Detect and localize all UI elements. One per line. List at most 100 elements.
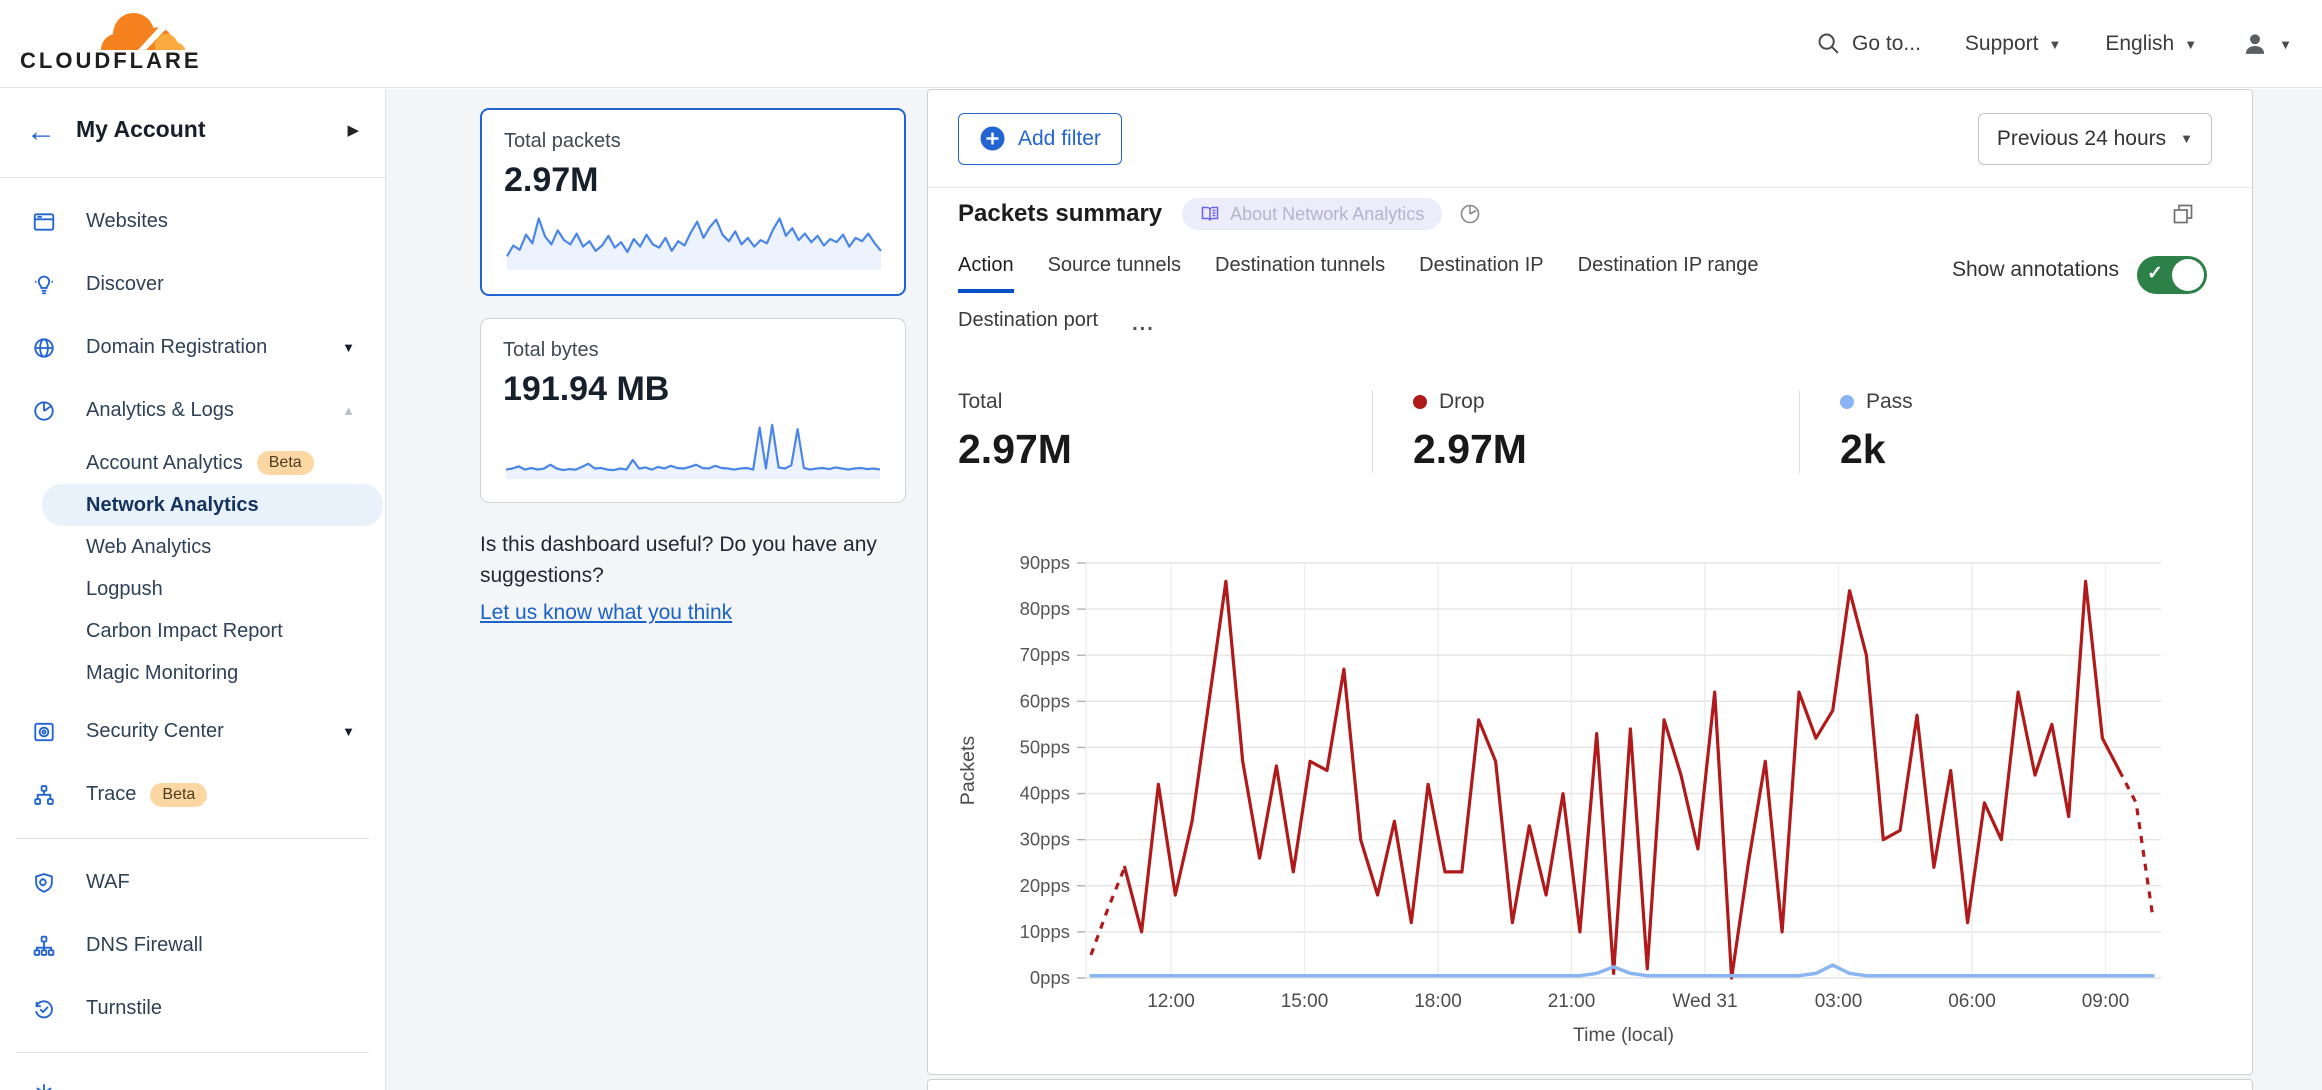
account-header[interactable]: ← My Account ▶ [0, 89, 385, 178]
sidebar-item-discover[interactable]: Discover [0, 253, 385, 316]
back-arrow-icon[interactable]: ← [26, 115, 56, 149]
sidebar-item-web-analytics[interactable]: Web Analytics [0, 526, 385, 568]
packets-time-series-chart: 0pps10pps20pps30pps40pps50pps60pps70pps8… [958, 545, 2214, 1050]
add-filter-label: Add filter [1018, 127, 1101, 151]
header-controls: Go to... Support ▼ English ▼ ▼ [1816, 0, 2292, 88]
sidebar-item-label: Magic Monitoring [86, 662, 238, 685]
dns-tree-icon [32, 934, 56, 958]
cloudflare-dashboard: CLOUDFLARE Go to... Support ▼ English ▼ … [0, 0, 2322, 1090]
sidebar-item-account-analytics[interactable]: Account Analytics Beta [0, 442, 385, 484]
drop-dot [1413, 395, 1427, 409]
sidebar-item-label: WAF [86, 871, 130, 894]
svg-text:21:00: 21:00 [1548, 991, 1596, 1012]
svg-text:60pps: 60pps [1020, 690, 1070, 711]
tab-source-tunnels[interactable]: Source tunnels [1048, 254, 1181, 289]
svg-text:Wed 31: Wed 31 [1672, 991, 1737, 1012]
total-packets-card[interactable]: Total packets 2.97M [480, 108, 906, 296]
sidebar-item-magic-monitoring[interactable]: Magic Monitoring [0, 652, 385, 694]
globe-icon [32, 336, 56, 360]
time-period-icon[interactable] [1458, 202, 1482, 226]
svg-text:40pps: 40pps [1020, 783, 1070, 804]
stat-value: 2k [1840, 426, 1913, 473]
account-menu[interactable]: ▼ [2241, 30, 2292, 58]
more-tabs-icon[interactable]: ... [1132, 309, 1155, 336]
sidebar-item-waf[interactable]: WAF [0, 851, 385, 914]
go-to-label: Go to... [1852, 32, 1921, 56]
cloudflare-logo[interactable]: CLOUDFLARE [20, 4, 220, 74]
sidebar-item-partial[interactable] [0, 1061, 385, 1090]
spark-icon [32, 1081, 56, 1090]
tab-destination-ip-range[interactable]: Destination IP range [1578, 254, 1759, 289]
stats-row: Total 2.97M Drop 2.97M Pass 2k [958, 390, 2212, 473]
sidebar-divider [16, 838, 369, 839]
svg-text:50pps: 50pps [1020, 736, 1070, 757]
language-menu[interactable]: English ▼ [2105, 32, 2197, 56]
sidebar-item-network-analytics[interactable]: Network Analytics [42, 484, 383, 526]
support-menu[interactable]: Support ▼ [1965, 32, 2061, 56]
stat-value: 2.97M [1413, 426, 1769, 473]
book-icon [1200, 204, 1220, 224]
svg-text:09:00: 09:00 [2082, 991, 2130, 1012]
annotations-toggle[interactable]: ✓ [2137, 256, 2207, 294]
feedback-question: Is this dashboard useful? Do you have an… [480, 529, 910, 591]
total-bytes-card[interactable]: Total bytes 191.94 MB [480, 318, 906, 503]
search-icon [1816, 31, 1842, 57]
beta-badge: Beta [257, 451, 314, 475]
beta-badge: Beta [150, 783, 207, 807]
tab-action[interactable]: Action [958, 254, 1014, 293]
sidebar-item-domain-registration[interactable]: Domain Registration ▼ [0, 316, 385, 379]
tab-destination-tunnels[interactable]: Destination tunnels [1215, 254, 1385, 289]
shield-gear-icon [32, 871, 56, 895]
svg-text:06:00: 06:00 [1948, 991, 1996, 1012]
expand-panel-icon[interactable] [2170, 201, 2196, 227]
svg-text:15:00: 15:00 [1281, 991, 1329, 1012]
tab-destination-ip[interactable]: Destination IP [1419, 254, 1544, 289]
stat-drop: Drop 2.97M [1372, 390, 1799, 473]
go-to-search[interactable]: Go to... [1816, 31, 1921, 57]
sidebar-item-label: Logpush [86, 578, 163, 601]
packets-sparkline [504, 206, 884, 272]
content-area: Total packets 2.97M Total bytes 191.94 M… [386, 89, 2322, 1090]
sidebar-item-security-center[interactable]: Security Center ▼ [0, 700, 385, 763]
panel-title: Packets summary [958, 200, 1162, 228]
svg-text:12:00: 12:00 [1147, 991, 1195, 1012]
account-title: My Account [76, 116, 206, 143]
svg-text:Packets: Packets [958, 736, 979, 806]
filter-bar: Add filter Previous 24 hours ▼ [928, 90, 2252, 188]
packets-chart: 0pps10pps20pps30pps40pps50pps60pps70pps8… [958, 545, 2212, 1055]
svg-text:10pps: 10pps [1020, 921, 1070, 942]
sidebar-item-trace[interactable]: Trace Beta [0, 763, 385, 826]
svg-text:18:00: 18:00 [1414, 991, 1462, 1012]
packets-summary-card: Add filter Previous 24 hours ▼ Packets s… [927, 89, 2253, 1075]
add-filter-button[interactable]: Add filter [958, 113, 1122, 165]
tab-destination-port[interactable]: Destination port [958, 309, 1098, 344]
time-range-dropdown[interactable]: Previous 24 hours ▼ [1978, 113, 2212, 165]
about-network-analytics-badge[interactable]: About Network Analytics [1182, 198, 1442, 230]
sidebar-item-label: Websites [86, 210, 168, 233]
sidebar-item-logpush[interactable]: Logpush [0, 568, 385, 610]
sidebar-item-websites[interactable]: Websites [0, 190, 385, 253]
chevron-up-icon: ▲ [342, 403, 355, 418]
next-panel-edge [927, 1079, 2253, 1090]
pass-dot [1840, 395, 1854, 409]
cloudflare-cloud-icon [98, 4, 186, 50]
sidebar-item-label: Web Analytics [86, 536, 211, 559]
sidebar-item-turnstile[interactable]: Turnstile [0, 977, 385, 1040]
stat-total: Total 2.97M [958, 390, 1372, 473]
about-badge-label: About Network Analytics [1230, 204, 1424, 225]
sidebar-item-carbon-impact-report[interactable]: Carbon Impact Report [0, 610, 385, 652]
lightbulb-icon [32, 273, 56, 297]
trace-icon [32, 783, 56, 807]
dimension-tabs: Action Source tunnels Destination tunnel… [958, 254, 1858, 344]
sidebar-item-dns-firewall[interactable]: DNS Firewall [0, 914, 385, 977]
sidebar-item-label: Account Analytics [86, 452, 243, 475]
sidebar-item-label: DNS Firewall [86, 934, 203, 957]
svg-text:90pps: 90pps [1020, 552, 1070, 573]
chevron-right-icon[interactable]: ▶ [347, 121, 359, 139]
sidebar-item-label: Security Center [86, 720, 224, 743]
support-label: Support [1965, 32, 2039, 56]
show-annotations-label: Show annotations [1952, 254, 2119, 285]
card-title: Total packets [504, 130, 882, 153]
feedback-link[interactable]: Let us know what you think [480, 601, 732, 625]
sidebar-item-analytics-logs[interactable]: Analytics & Logs ▲ [0, 379, 385, 442]
